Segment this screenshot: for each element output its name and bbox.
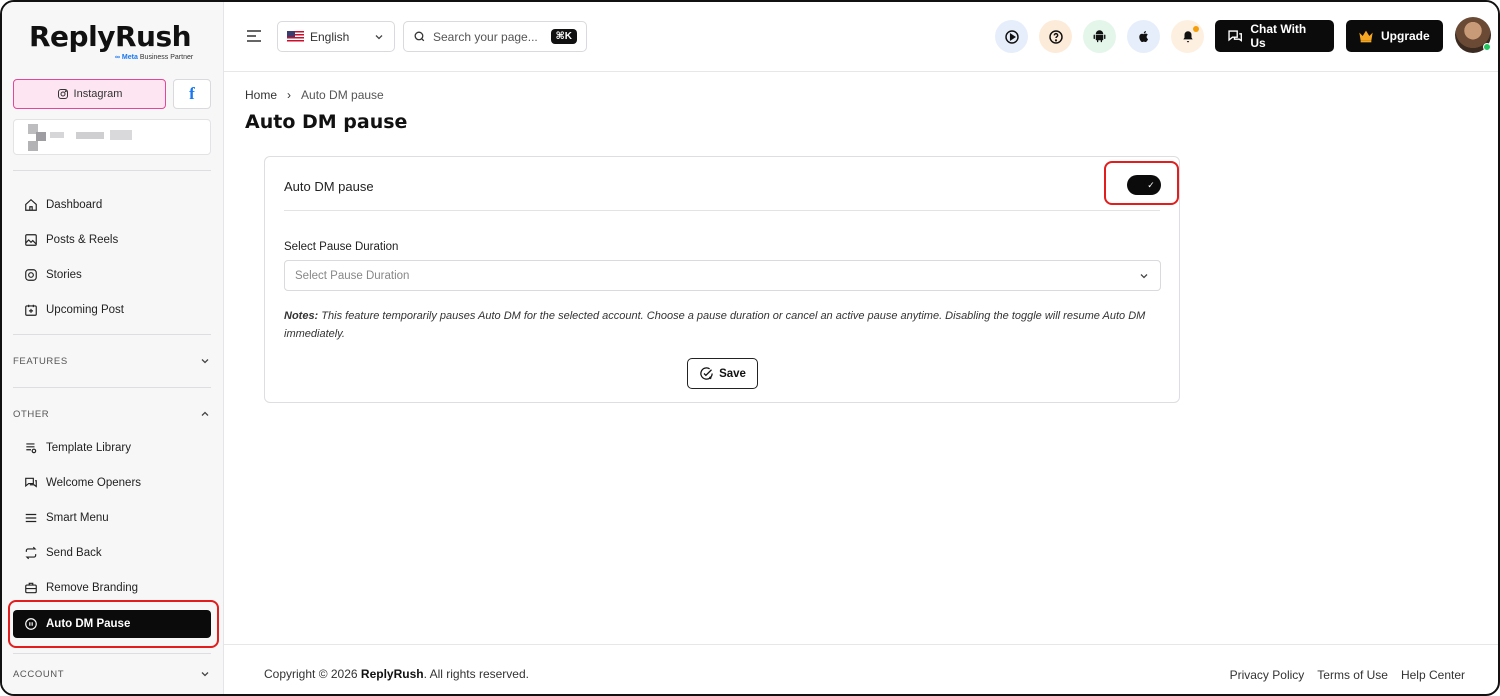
play-icon	[1004, 29, 1019, 44]
sidebar-item-welcome-openers[interactable]: Welcome Openers	[13, 469, 211, 497]
template-icon	[26, 443, 37, 454]
language-label: English	[310, 29, 350, 44]
pause-duration-select[interactable]: Select Pause Duration	[284, 260, 1161, 291]
sidebar-item-dashboard[interactable]: Dashboard	[13, 191, 211, 219]
page-title: Auto DM pause	[245, 111, 408, 133]
sidebar-item-remove-branding[interactable]: Remove Branding	[13, 574, 211, 602]
facebook-icon: f	[189, 84, 195, 103]
chevron-down-icon	[375, 34, 383, 39]
chevron-up-icon	[201, 411, 209, 416]
sidebar-item-template-library[interactable]: Template Library	[13, 434, 211, 462]
divider	[13, 170, 211, 171]
app-window: ReplyRush ∞ Meta Business Partner Instagr…	[0, 0, 1500, 696]
bell-icon	[1182, 31, 1193, 43]
highlight-ring	[1104, 161, 1179, 205]
us-flag-icon	[287, 31, 304, 42]
language-select[interactable]: English	[277, 21, 395, 52]
breadcrumb: Home › Auto DM pause	[245, 88, 384, 102]
chat-with-us-button[interactable]: Chat With Us	[1215, 20, 1334, 52]
divider	[284, 210, 1160, 211]
privacy-policy-link[interactable]: Privacy Policy	[1230, 668, 1305, 682]
terms-of-use-link[interactable]: Terms of Use	[1317, 668, 1388, 682]
apple-icon	[1138, 30, 1148, 43]
sidebar: ReplyRush ∞ Meta Business Partner Instagr…	[2, 2, 224, 694]
help-icon	[1048, 29, 1063, 44]
instagram-account-button[interactable]: Instagram	[13, 79, 166, 109]
breadcrumb-separator: ›	[287, 88, 292, 102]
android-app-button[interactable]	[1083, 20, 1116, 53]
section-account[interactable]: ACCOUNT	[13, 668, 211, 680]
notifications-button[interactable]	[1171, 20, 1204, 53]
help-button[interactable]	[1039, 20, 1072, 53]
notification-dot	[1193, 26, 1199, 32]
instagram-icon	[25, 269, 37, 281]
top-header: English Search your page... ⌘K Chat With…	[224, 2, 1498, 72]
highlight-ring	[8, 600, 219, 648]
account-selector-blurred[interactable]	[13, 119, 211, 155]
pause-duration-label: Select Pause Duration	[284, 241, 399, 253]
repeat-icon	[25, 546, 37, 560]
chat-bubbles-icon	[1228, 29, 1242, 42]
menu-toggle-icon[interactable]	[246, 29, 262, 43]
footer: Copyright © 2026 ReplyRush. All rights r…	[224, 644, 1498, 694]
search-shortcut: ⌘K	[550, 29, 577, 44]
upgrade-button[interactable]: Upgrade	[1346, 20, 1443, 52]
auto-dm-pause-card: Auto DM pause ✓ Select Pause Duration Se…	[264, 156, 1180, 403]
menu-lines-icon	[25, 513, 37, 523]
online-status-dot	[1483, 43, 1491, 51]
chevron-down-icon	[1140, 273, 1148, 278]
section-features[interactable]: FEATURES	[13, 355, 211, 367]
crown-icon	[1359, 30, 1373, 43]
divider	[13, 387, 211, 388]
card-title: Auto DM pause	[284, 179, 374, 194]
breadcrumb-home[interactable]: Home	[245, 88, 277, 102]
sidebar-item-smart-menu[interactable]: Smart Menu	[13, 504, 211, 532]
chevron-down-icon	[201, 359, 209, 364]
breadcrumb-current: Auto DM pause	[301, 88, 384, 102]
meta-partner-badge: ∞ Meta Business Partner	[115, 54, 194, 61]
section-other[interactable]: OTHER	[13, 408, 211, 420]
search-placeholder: Search your page...	[433, 29, 538, 44]
briefcase-icon	[25, 582, 37, 594]
divider	[13, 334, 211, 335]
divider	[13, 653, 211, 654]
sidebar-item-posts-reels[interactable]: Posts & Reels	[13, 226, 211, 254]
sidebar-item-stories[interactable]: Stories	[13, 261, 211, 289]
ios-app-button[interactable]	[1127, 20, 1160, 53]
help-center-link[interactable]: Help Center	[1401, 668, 1465, 682]
chevron-down-icon	[201, 672, 209, 677]
chat-icon	[25, 477, 37, 488]
search-icon	[414, 31, 425, 42]
home-icon	[25, 198, 37, 211]
instagram-label: Instagram	[73, 88, 123, 100]
instagram-icon	[57, 89, 68, 99]
footer-links: Privacy Policy Terms of Use Help Center	[1230, 668, 1465, 682]
brand-logo[interactable]: ReplyRush ∞ Meta Business Partner	[29, 20, 193, 61]
save-check-icon	[700, 367, 713, 380]
notes-text: Notes: This feature temporarily pauses A…	[284, 310, 1146, 340]
image-icon	[25, 234, 37, 246]
android-icon	[1093, 30, 1106, 43]
search-input[interactable]: Search your page... ⌘K	[403, 21, 587, 52]
copyright-text: Copyright © 2026 ReplyRush. All rights r…	[264, 667, 529, 681]
sidebar-item-send-back[interactable]: Send Back	[13, 539, 211, 567]
brand-name: ReplyRush	[29, 20, 192, 53]
play-tutorial-button[interactable]	[995, 20, 1028, 53]
calendar-plus-icon	[25, 304, 37, 316]
select-placeholder: Select Pause Duration	[295, 269, 410, 282]
sidebar-item-upcoming-post[interactable]: Upcoming Post	[13, 296, 211, 324]
save-button[interactable]: Save	[687, 358, 758, 389]
facebook-account-button[interactable]: f	[173, 79, 211, 109]
